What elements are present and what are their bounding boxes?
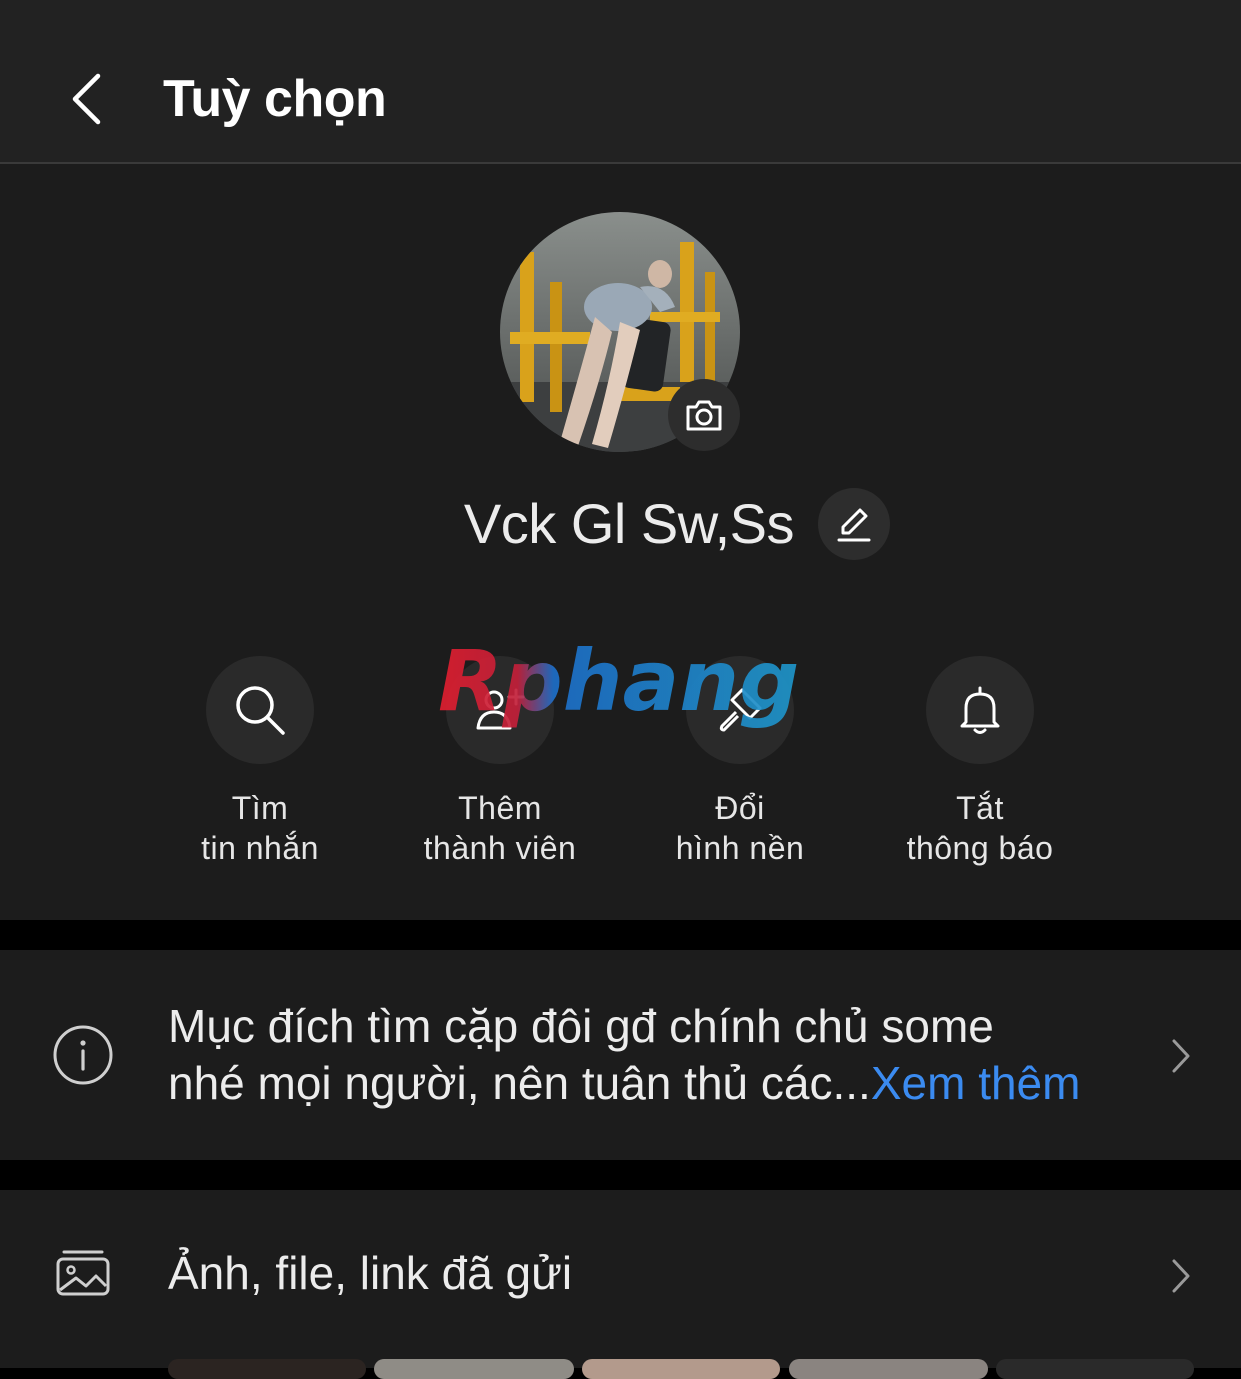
page-title: Tuỳ chọn bbox=[163, 70, 387, 128]
header-bar: Tuỳ chọn bbox=[0, 0, 1241, 164]
change-wallpaper-label: Đổi hình nền bbox=[675, 790, 805, 866]
bell-icon bbox=[960, 686, 1000, 734]
mute-notifications-circle bbox=[926, 656, 1034, 764]
group-name: Vck Gl Sw,Ss bbox=[463, 492, 795, 555]
group-description-row[interactable]: Mục đích tìm cặp đôi gđ chính chủ some n… bbox=[0, 950, 1241, 1160]
chevron-right-icon bbox=[1172, 1259, 1190, 1293]
media-folder-icon bbox=[56, 1250, 110, 1296]
paint-brush-icon bbox=[719, 688, 762, 732]
change-wallpaper-button[interactable]: Đổi hình nền bbox=[620, 656, 860, 868]
search-messages-button[interactable]: Tìm tin nhắn bbox=[140, 656, 380, 868]
camera-icon bbox=[686, 400, 722, 431]
description-line-1: Mục đích tìm cặp đôi gđ chính chủ some bbox=[168, 1000, 994, 1052]
pencil-icon bbox=[837, 508, 871, 542]
media-thumbnail[interactable] bbox=[996, 1359, 1194, 1379]
group-profile-section: Vck Gl Sw,Ss Tìm tin nhắn Thêm thành viê… bbox=[0, 164, 1241, 920]
group-description: Mục đích tìm cặp đôi gđ chính chủ some n… bbox=[168, 998, 1158, 1112]
add-member-label: Thêm thành viên bbox=[423, 790, 577, 866]
chevron-left-icon bbox=[72, 73, 101, 125]
shared-media-label: Ảnh, file, link đã gửi bbox=[168, 1247, 573, 1299]
info-icon bbox=[53, 1025, 113, 1085]
back-button[interactable] bbox=[58, 66, 114, 132]
add-member-icon bbox=[476, 688, 525, 730]
media-thumbnail[interactable] bbox=[789, 1359, 988, 1379]
chevron-right-icon bbox=[1172, 1039, 1190, 1073]
edit-name-button[interactable] bbox=[818, 488, 890, 560]
change-wallpaper-circle bbox=[686, 656, 794, 764]
media-thumbnail[interactable] bbox=[374, 1359, 574, 1379]
search-messages-circle bbox=[206, 656, 314, 764]
media-thumbnail[interactable] bbox=[582, 1359, 780, 1379]
add-member-circle bbox=[446, 656, 554, 764]
shared-media-section: Ảnh, file, link đã gửi bbox=[0, 1190, 1241, 1368]
description-line-2: nhé mọi người, nên tuân thủ các...Xem th… bbox=[168, 1057, 1081, 1109]
change-avatar-button[interactable] bbox=[668, 379, 740, 451]
search-icon bbox=[236, 686, 285, 735]
mute-notifications-label: Tắt thông báo bbox=[906, 790, 1054, 866]
media-thumbnail[interactable] bbox=[168, 1359, 366, 1379]
add-member-button[interactable]: Thêm thành viên bbox=[380, 656, 620, 868]
search-messages-label: Tìm tin nhắn bbox=[201, 790, 319, 866]
mute-notifications-button[interactable]: Tắt thông báo bbox=[860, 656, 1100, 868]
see-more-link[interactable]: Xem thêm bbox=[871, 1057, 1081, 1109]
shared-media-row[interactable]: Ảnh, file, link đã gửi bbox=[0, 1190, 1241, 1360]
